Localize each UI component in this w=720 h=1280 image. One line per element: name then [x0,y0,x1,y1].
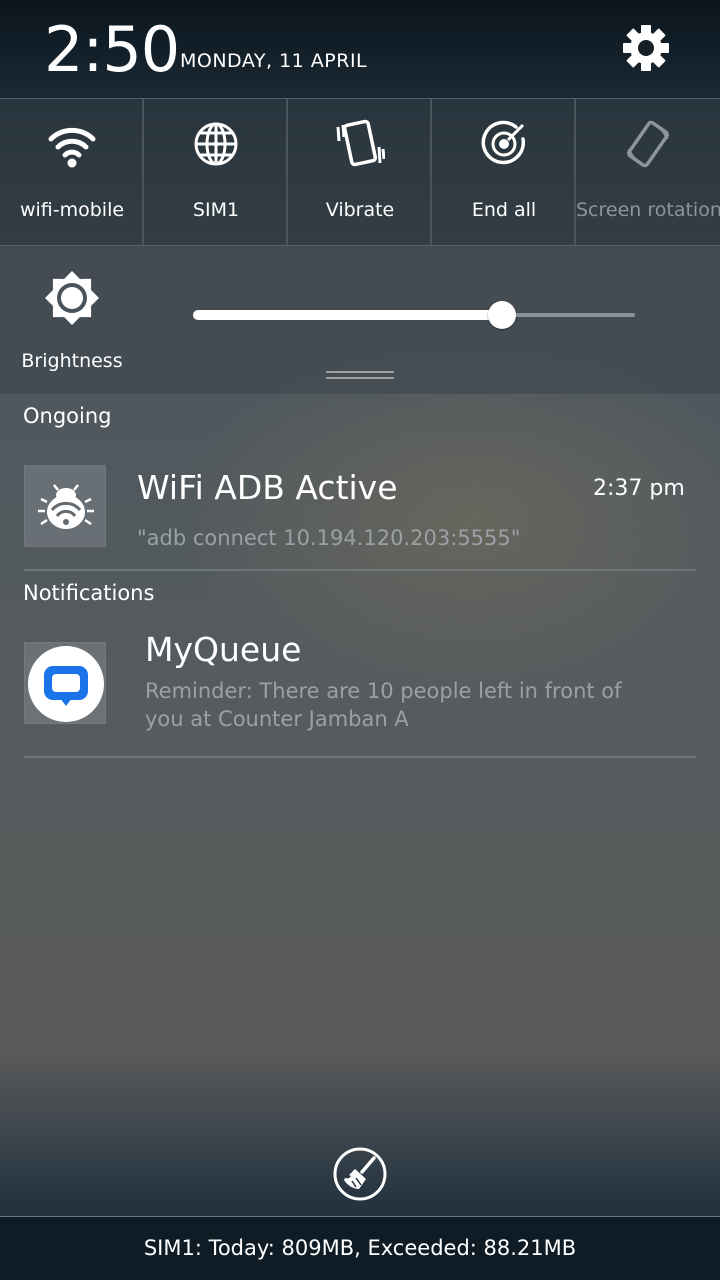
notification-text: "adb connect 10.194.120.203:5555" [137,526,521,550]
clock: 2:50 [44,13,180,86]
data-usage-text: SIM1: Today: 809MB, Exceeded: 88.21MB [143,1236,577,1260]
toggle-label: End all [471,199,537,221]
toggle-label: Vibrate [325,199,395,221]
toggle-label: Screen rotation [576,199,720,221]
notification-title: WiFi ADB Active [137,468,398,507]
wifi-icon [48,127,96,168]
screen-rotation-icon [626,120,670,168]
notification-title: MyQueue [145,630,302,669]
gear-icon[interactable] [620,22,672,74]
broom-clear-icon[interactable] [331,1145,389,1203]
brightness-icon[interactable] [44,270,100,326]
globe-icon [194,122,238,166]
bug-wifi-icon [24,465,106,547]
ongoing-section-title: Ongoing [23,404,112,428]
brightness-panel: Brightness [0,246,720,394]
date: MONDAY, 11 APRIL [180,50,368,72]
drag-handle[interactable] [326,371,394,379]
toggle-vibrate[interactable]: Vibrate [288,99,432,247]
notification-time: 2:37 pm [593,476,685,501]
notifications-section-title: Notifications [23,581,155,605]
quick-settings-panel: wifi-mobile SIM1 Vibrate End all Screen … [0,98,720,247]
brightness-slider-thumb[interactable] [488,301,517,329]
vibrate-icon [336,119,385,167]
brightness-slider-fill [193,310,503,320]
myqueue-app-icon [24,642,106,724]
notification-text: Reminder: There are 10 people left in fr… [145,679,622,731]
status-header: 2:50 MONDAY, 11 APRIL [0,0,720,98]
toggle-end-all[interactable]: End all [432,99,576,247]
toggle-label: SIM1 [192,199,240,221]
toggle-sim[interactable]: SIM1 [144,99,288,247]
divider [24,756,696,758]
end-all-icon [481,120,526,165]
toggle-label: wifi-mobile [19,199,125,221]
toggle-screen-rotation[interactable]: Screen rotation [576,99,720,247]
brightness-label: Brightness [21,350,123,372]
divider [24,569,696,571]
data-usage-bar: SIM1: Today: 809MB, Exceeded: 88.21MB [0,1216,720,1280]
toggle-wifi[interactable]: wifi-mobile [0,99,144,247]
